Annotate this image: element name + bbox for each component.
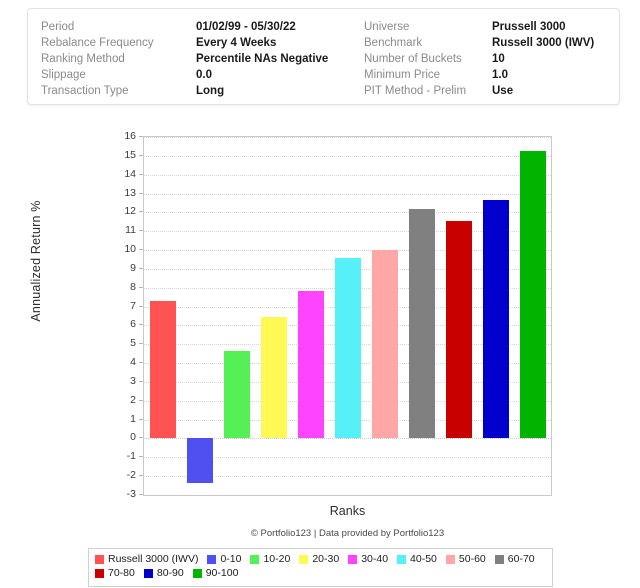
gridline [144,174,551,176]
report-page: Period 01/02/99 - 05/30/22 Universe Prus… [0,0,640,588]
legend-item[interactable]: 20-30 [299,553,339,565]
setting-label-universe: Universe [364,21,410,33]
bar[interactable] [298,290,324,439]
setting-value-ranking-method: Percentile NAs Negative [196,53,329,65]
legend-swatch-icon [348,554,358,564]
legend-label: 90-100 [205,567,239,579]
legend-item[interactable]: 60-70 [494,553,535,565]
y-axis-title: Annualized Return % [29,200,43,322]
legend-item[interactable]: 0-10 [207,553,241,565]
y-axis-tick: 8 [130,280,136,293]
y-axis-tick: 14 [124,167,136,180]
settings-grid: Period 01/02/99 - 05/30/22 Universe Prus… [41,19,607,99]
y-axis-tick: 2 [130,393,136,406]
setting-label-minimum-price: Minimum Price [364,69,441,81]
bar[interactable] [150,301,176,439]
setting-value-transaction-type: Long [196,85,225,97]
legend-swatch-icon [95,568,104,578]
chart-legend: Russell 3000 (IWV) 0-10 10-20 20-30 30-40 40-… [88,548,553,587]
gridline [144,137,551,138]
legend-label: 60-70 [507,553,535,565]
legend-label: 70-80 [108,567,135,579]
setting-value-period: 01/02/99 - 05/30/22 [196,21,296,33]
bar[interactable] [446,220,472,439]
legend-item[interactable]: 50-60 [445,553,486,565]
y-axis-tick: 10 [124,243,136,256]
gridline [144,155,551,157]
setting-label-benchmark: Benchmark [364,37,423,49]
bar[interactable] [335,257,361,439]
bar[interactable] [187,438,213,484]
legend-item[interactable]: 40-50 [397,553,437,565]
y-axis-tick: 1 [130,412,136,425]
legend-items: Russell 3000 (IWV) 0-10 10-20 20-30 30-40 40-… [95,553,546,581]
setting-label-transaction-type: Transaction Type [41,85,129,97]
legend-item[interactable]: 30-40 [348,553,388,565]
legend-swatch-icon [250,554,260,564]
legend-label: 0-10 [220,553,242,565]
setting-value-benchmark: Russell 3000 (IWV) [492,37,595,49]
setting-value-universe: Prussell 3000 [492,21,566,33]
chart-credit: © Portfolio123 | Data provided by Portfo… [250,528,445,539]
legend-label: Russell 3000 (IWV) [108,553,199,565]
setting-value-number-of-buckets: 10 [492,53,505,65]
y-axis-tick: 0 [130,431,136,444]
settings-summary-panel: Period 01/02/99 - 05/30/22 Universe Prus… [27,8,620,105]
legend-label: 20-30 [312,553,340,565]
y-axis-tick: 5 [130,337,136,350]
y-axis-tick: 16 [124,130,136,142]
bar[interactable] [520,151,546,439]
y-axis-tick: -1 [126,450,136,463]
plot-area [143,136,552,496]
bucket-returns-chart: Annualized Return % 16 15 14 13 12 11 10 9 8 7 6 5 4… [0,118,640,588]
setting-value-pit-method: Use [492,85,514,97]
y-axis-tick: 7 [130,299,136,312]
plot-inner [144,137,551,495]
setting-label-period: Period [41,21,75,33]
setting-label-ranking-method: Ranking Method [41,53,125,65]
legend-swatch-icon [299,554,309,564]
y-axis-tick: 15 [124,148,136,161]
legend-label: 50-60 [458,553,486,565]
legend-item[interactable]: Russell 3000 (IWV) [95,553,198,565]
y-axis-tick: 11 [125,224,136,237]
bar[interactable] [409,209,435,439]
setting-label-pit-method: PIT Method - Prelim [364,85,467,97]
setting-value-rebalance-frequency: Every 4 Weeks [196,37,277,49]
y-axis-tick: -3 [126,488,136,500]
legend-label: 40-50 [410,553,437,565]
legend-item[interactable]: 90-100 [192,567,239,579]
bar[interactable] [224,351,250,439]
legend-swatch-icon [494,554,504,564]
setting-label-slippage: Slippage [41,69,86,81]
legend-swatch-icon [397,554,407,564]
setting-label-number-of-buckets: Number of Buckets [364,53,462,65]
y-axis-tick: -2 [126,469,136,482]
legend-label: 10-20 [263,553,291,565]
legend-item[interactable]: 80-90 [143,567,184,579]
y-axis-tick: 9 [130,261,136,274]
y-axis-tick: 6 [130,318,136,331]
legend-swatch-icon [143,568,153,578]
setting-value-slippage: 0.0 [196,69,212,81]
legend-swatch-icon [192,568,202,578]
legend-swatch-icon [445,554,455,564]
legend-swatch-icon [207,554,217,564]
setting-label-rebalance-frequency: Rebalance Frequency [41,37,154,49]
setting-value-minimum-price: 1.0 [492,69,508,81]
y-axis-tick: 3 [130,374,136,387]
legend-item[interactable]: 10-20 [250,553,290,565]
bar[interactable] [483,200,509,439]
bar[interactable] [372,250,398,439]
legend-label: 80-90 [156,567,184,579]
legend-label: 30-40 [361,553,389,565]
legend-item[interactable]: 70-80 [95,567,135,579]
y-axis-tick: 13 [124,186,136,199]
x-axis-title: Ranks [329,504,366,518]
gridline [144,193,551,195]
y-axis-tick: 12 [124,205,136,218]
bar[interactable] [261,316,287,439]
legend-swatch-icon [95,554,104,564]
y-axis-tick: 4 [130,356,136,369]
